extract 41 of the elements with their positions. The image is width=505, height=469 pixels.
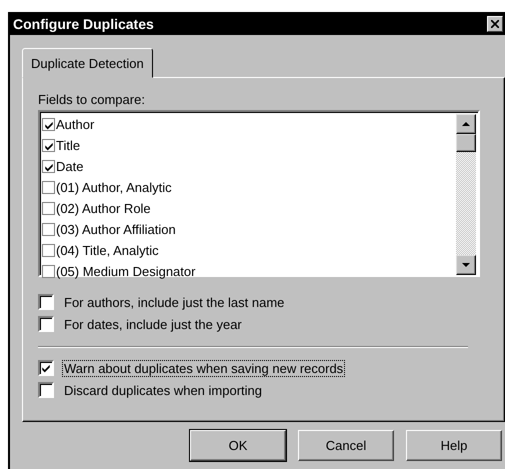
- checkbox[interactable]: [38, 360, 54, 376]
- list-item[interactable]: (05) Medium Designator: [56, 264, 196, 279]
- checkbox[interactable]: [38, 294, 54, 310]
- checkbox[interactable]: [38, 316, 54, 332]
- list-item[interactable]: (01) Author, Analytic: [56, 180, 172, 195]
- checkbox[interactable]: [38, 382, 54, 398]
- checkbox-label[interactable]: For dates, include just the year: [62, 316, 244, 332]
- checkbox[interactable]: [42, 160, 55, 173]
- check-icon: [44, 140, 54, 150]
- checkbox[interactable]: [42, 223, 55, 236]
- list-item[interactable]: (04) Title, Analytic: [56, 243, 159, 258]
- check-icon: [44, 162, 54, 172]
- checkbox[interactable]: [42, 244, 55, 257]
- down-arrow-icon: [462, 262, 470, 268]
- list-item[interactable]: Author: [56, 117, 94, 132]
- dialog-button[interactable]: Help: [406, 430, 502, 461]
- close-icon: [491, 20, 499, 28]
- window-title: Configure Duplicates: [13, 16, 154, 32]
- list-label: Fields to compare:: [38, 92, 146, 107]
- list-item[interactable]: (02) Author Role: [56, 201, 151, 216]
- check-icon: [41, 363, 51, 373]
- dialog-button[interactable]: OK: [190, 430, 286, 461]
- close-button[interactable]: [487, 16, 503, 32]
- tab[interactable]: Duplicate Detection: [22, 48, 153, 78]
- scrollbar[interactable]: [456, 114, 476, 275]
- checkbox-label[interactable]: Warn about duplicates when saving new records: [62, 360, 346, 376]
- list-item[interactable]: Title: [56, 138, 80, 153]
- checkbox[interactable]: [42, 265, 55, 278]
- field-list[interactable]: Author Title Date (01) Author, Analytic (02) Author Role (03) Author Affiliation (04) Title, Analytic (05) Medium Designator: [38, 110, 480, 277]
- list-item[interactable]: (03) Author Affiliation: [56, 222, 176, 237]
- checkbox-label[interactable]: For authors, include just the last name: [62, 294, 286, 310]
- checkbox[interactable]: [42, 202, 55, 215]
- check-icon: [44, 120, 54, 130]
- up-arrow-icon: [462, 122, 470, 126]
- scroll-thumb[interactable]: [456, 134, 476, 152]
- dialog-button[interactable]: Cancel: [298, 430, 394, 461]
- checkbox[interactable]: [42, 118, 55, 131]
- checkbox-label[interactable]: Discard duplicates when importing: [62, 382, 264, 398]
- checkbox[interactable]: [42, 139, 55, 152]
- list-item[interactable]: Date: [56, 159, 84, 174]
- checkbox[interactable]: [42, 181, 55, 194]
